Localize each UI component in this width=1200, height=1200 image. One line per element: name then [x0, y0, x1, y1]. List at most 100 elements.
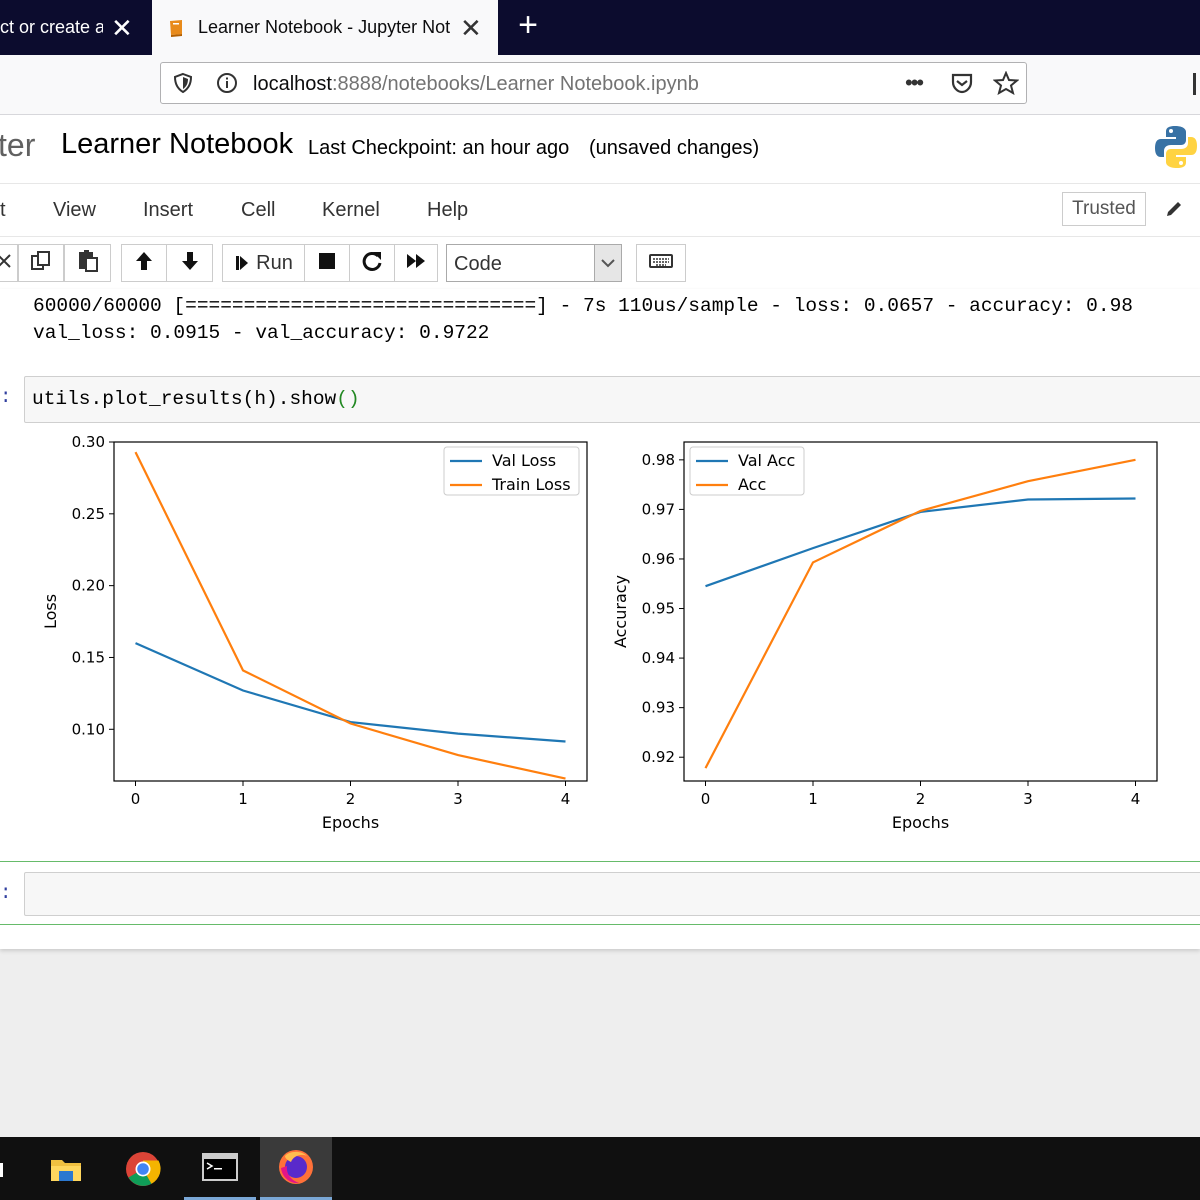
cell-output: 60000/60000 [===========================… — [33, 293, 1133, 347]
cell-type-select[interactable]: Code — [446, 244, 622, 282]
arrow-down-icon — [180, 250, 200, 277]
x-tick-label: 1 — [238, 790, 248, 808]
copy-button[interactable] — [18, 244, 64, 282]
interrupt-kernel-button[interactable] — [304, 244, 350, 282]
restart-run-all-button[interactable] — [394, 244, 438, 282]
x-tick-label: 2 — [346, 790, 356, 808]
run-button[interactable]: Run — [222, 244, 305, 282]
taskbar — [0, 1137, 1200, 1200]
y-tick-label: 0.15 — [72, 648, 105, 666]
browser-tab-active[interactable]: Learner Notebook - Jupyter Not ✕ — [152, 0, 498, 55]
library-icon[interactable] — [1193, 73, 1196, 95]
y-tick-label: 0.10 — [72, 720, 105, 738]
y-axis-label: Loss — [41, 594, 60, 629]
menu-cell[interactable]: Cell — [241, 199, 275, 222]
legend-label: Val Acc — [738, 451, 795, 470]
close-icon[interactable]: ✕ — [111, 15, 133, 41]
plot-output: 0.10 0.15 0.20 0.25 0.30 0 1 2 3 4 Epochs Loss Val L… — [41, 434, 1158, 832]
input-prompt: : — [0, 882, 12, 904]
y-axis-label: Accuracy — [611, 575, 630, 648]
close-icon[interactable]: ✕ — [460, 15, 482, 41]
keyboard-icon — [649, 253, 673, 274]
new-tab-button[interactable]: + — [512, 8, 544, 42]
selected-empty-cell[interactable]: : — [0, 861, 1200, 925]
chevron-down-icon — [594, 245, 621, 281]
menu-view[interactable]: View — [53, 199, 96, 222]
y-tick-label: 0.96 — [642, 550, 675, 568]
code-cell-input[interactable]: utils.plot_results(h).show() — [24, 376, 1200, 423]
notebook-toolbar: Run Code — [0, 237, 1200, 289]
x-tick-label: 0 — [701, 790, 711, 808]
x-axis-label: Epochs — [322, 813, 379, 832]
x-tick-label: 1 — [808, 790, 818, 808]
x-tick-label: 4 — [1131, 790, 1141, 808]
tab-title: ct or create a — [0, 17, 103, 37]
y-tick-label: 0.92 — [642, 748, 675, 766]
x-tick-label: 3 — [453, 790, 463, 808]
python-logo-icon — [1152, 123, 1200, 176]
browser-tab[interactable]: ct or create a ✕ — [0, 0, 150, 55]
command-palette-button[interactable] — [636, 244, 686, 282]
pocket-icon[interactable] — [950, 72, 974, 99]
restart-icon — [361, 250, 383, 277]
menu-insert[interactable]: Insert — [143, 199, 193, 222]
y-tick-label: 0.25 — [72, 505, 105, 523]
y-tick-label: 0.94 — [642, 649, 675, 667]
jupyter-logo[interactable]: ter — [0, 127, 35, 164]
url-text[interactable]: localhost:8888/notebooks/Learner Noteboo… — [253, 73, 699, 96]
url-path: :8888/notebooks/Learner Notebook.ipynb — [331, 73, 699, 95]
legend-label: Val Loss — [492, 451, 556, 470]
menu-edit[interactable]: t — [0, 199, 6, 222]
arrow-up-icon — [134, 250, 154, 277]
menubar: t View Insert Cell Kernel Help Trusted — [0, 184, 1200, 237]
checkpoint-status: Last Checkpoint: an hour ago — [308, 137, 570, 159]
bookmark-star-icon[interactable] — [992, 70, 1020, 100]
x-axis-label: Epochs — [892, 813, 949, 832]
file-explorer-icon[interactable] — [30, 1137, 102, 1200]
chrome-icon[interactable] — [107, 1137, 179, 1200]
url-bar[interactable]: localhost:8888/notebooks/Learner Noteboo… — [160, 62, 1027, 104]
cut-button[interactable] — [0, 244, 18, 282]
code-text: utils.plot_results(h).show() — [32, 388, 360, 410]
autosave-status: (unsaved changes) — [589, 137, 760, 159]
code-cell-input-empty[interactable] — [24, 872, 1200, 916]
x-tick-label: 4 — [561, 790, 571, 808]
menu-help[interactable]: Help — [427, 199, 468, 222]
paste-button[interactable] — [64, 244, 111, 282]
legend-label: Train Loss — [491, 475, 571, 494]
scissors-icon — [0, 252, 12, 275]
paste-icon — [77, 249, 99, 278]
notebook-title[interactable]: Learner Notebook — [61, 128, 293, 161]
x-tick-label: 2 — [916, 790, 926, 808]
move-down-button[interactable] — [166, 244, 213, 282]
edit-pencil-icon[interactable] — [1164, 199, 1184, 224]
restart-kernel-button[interactable] — [349, 244, 395, 282]
taskbar-edge-icon[interactable] — [0, 1163, 3, 1177]
jupyter-header: ter Learner Notebook Last Checkpoint: an… — [0, 115, 1200, 184]
y-tick-label: 0.93 — [642, 699, 675, 717]
run-label: Run — [256, 251, 293, 274]
step-forward-icon — [234, 254, 250, 272]
notebook-container: 60000/60000 [===========================… — [0, 289, 1200, 949]
trusted-indicator[interactable]: Trusted — [1062, 192, 1146, 226]
y-tick-label: 0.20 — [72, 577, 105, 595]
page-actions-icon[interactable]: ••• — [905, 70, 924, 96]
stop-icon — [318, 252, 336, 275]
y-tick-label: 0.95 — [642, 600, 675, 618]
browser-nav-bar: localhost:8888/notebooks/Learner Noteboo… — [0, 55, 1200, 115]
y-tick-label: 0.30 — [72, 434, 105, 451]
output-line: val_loss: 0.0915 - val_accuracy: 0.9722 — [33, 322, 490, 344]
x-tick-label: 3 — [1023, 790, 1033, 808]
copy-icon — [30, 250, 52, 277]
info-icon[interactable] — [216, 72, 238, 99]
firefox-icon[interactable] — [260, 1137, 332, 1200]
shield-icon[interactable] — [172, 72, 194, 99]
output-line: 60000/60000 [===========================… — [33, 295, 1133, 317]
menu-kernel[interactable]: Kernel — [322, 199, 380, 222]
terminal-icon[interactable] — [184, 1137, 256, 1200]
move-up-button[interactable] — [121, 244, 167, 282]
input-prompt: : — [0, 386, 12, 408]
browser-tab-strip: ct or create a ✕ Learner Notebook - Jupy… — [0, 0, 1200, 55]
notebook-icon — [166, 18, 186, 38]
y-tick-label: 0.98 — [642, 451, 675, 469]
